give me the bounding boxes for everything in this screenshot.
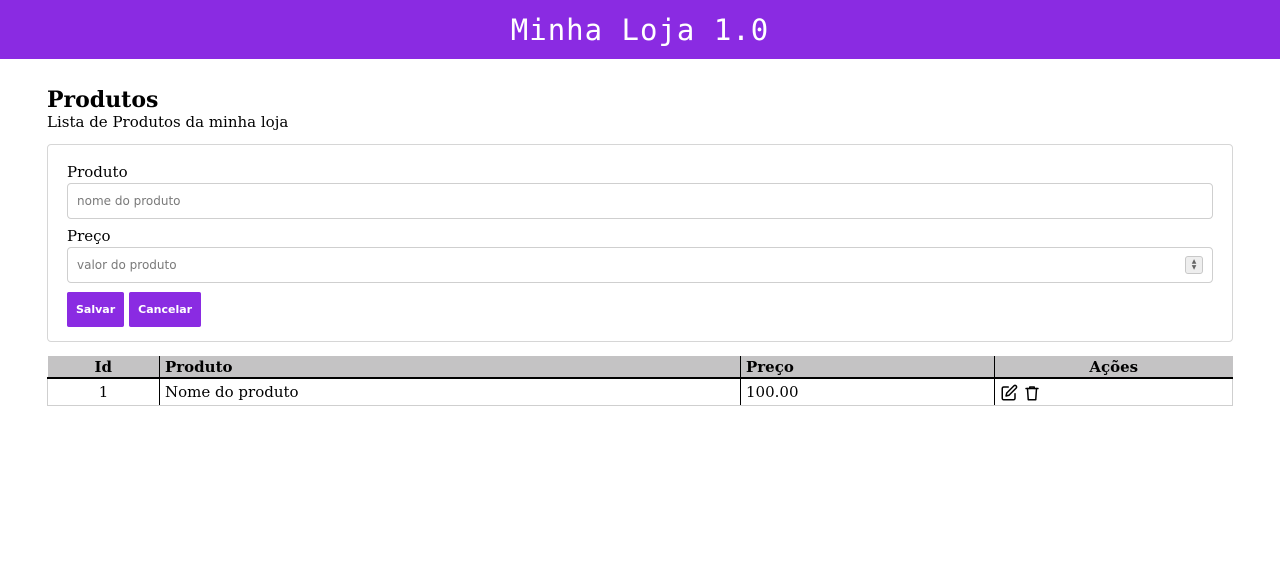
product-field-group: Produto nome do produto — [67, 163, 1213, 219]
column-header-actions: Ações — [994, 356, 1233, 379]
page-title: Produtos — [47, 87, 159, 113]
price-label: Preço — [67, 227, 111, 245]
product-input[interactable]: nome do produto — [67, 183, 1213, 219]
page-subtitle: Lista de Produtos da minha loja — [47, 113, 289, 131]
form-actions: Salvar Cancelar — [67, 292, 1213, 327]
cancel-button[interactable]: Cancelar — [129, 292, 202, 327]
product-label: Produto — [67, 163, 128, 181]
save-button[interactable]: Salvar — [67, 292, 125, 327]
column-header-id: Id — [47, 356, 160, 379]
product-form: Produto nome do produto Preço valor do p… — [47, 144, 1233, 342]
price-input[interactable]: valor do produto ▲ ▼ — [67, 247, 1213, 283]
price-placeholder: valor do produto — [77, 258, 177, 272]
table-header-row: Id Produto Preço Ações — [47, 356, 1233, 379]
edit-icon[interactable] — [1000, 384, 1018, 402]
main-content: Produtos Lista de Produtos da minha loja… — [47, 59, 1233, 406]
table-row: 1 Nome do produto 100.00 — [47, 378, 1233, 406]
price-field-group: Preço valor do produto ▲ ▼ — [67, 227, 1213, 283]
cell-price: 100.00 — [740, 378, 995, 406]
app-header: Minha Loja 1.0 — [0, 0, 1280, 59]
cell-actions — [994, 378, 1233, 406]
cell-id: 1 — [47, 378, 160, 406]
products-table: Id Produto Preço Ações 1 Nome do produto… — [47, 356, 1233, 406]
cell-product: Nome do produto — [159, 378, 741, 406]
chevron-down-icon[interactable]: ▼ — [1192, 265, 1197, 271]
product-placeholder: nome do produto — [77, 194, 181, 208]
app-title: Minha Loja 1.0 — [510, 12, 770, 47]
column-header-product: Produto — [159, 356, 741, 379]
column-header-price: Preço — [740, 356, 995, 379]
number-spinner-icon[interactable]: ▲ ▼ — [1185, 256, 1203, 274]
trash-icon[interactable] — [1023, 384, 1041, 402]
